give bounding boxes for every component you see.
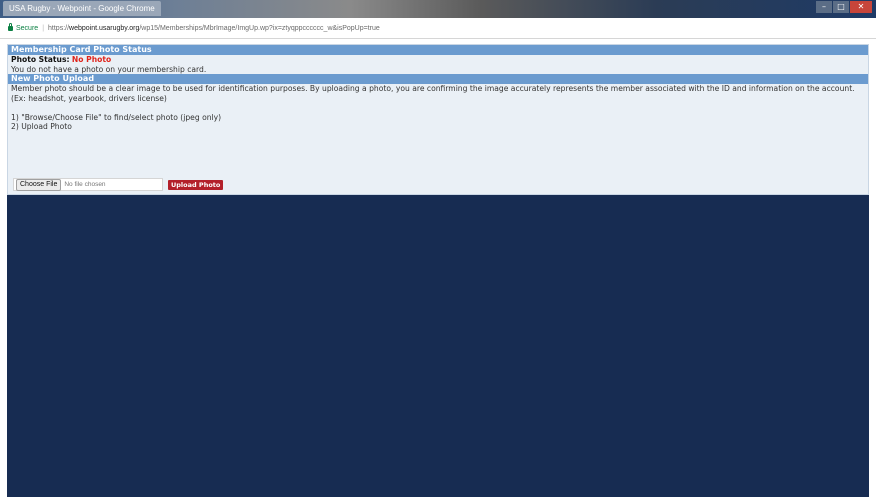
photo-status-line: Photo Status: No Photo (8, 55, 868, 65)
title-bar: USA Rugby - Webpoint - Google Chrome – □… (0, 0, 876, 18)
maximize-button[interactable]: □ (833, 1, 849, 13)
photo-status-value: No Photo (71, 55, 112, 64)
photo-status-label: Photo Status: (11, 55, 70, 64)
window-title: USA Rugby - Webpoint - Google Chrome (3, 1, 161, 16)
url-text[interactable]: https://webpoint.usarugby.org/wp15/Membe… (48, 25, 380, 32)
upload-examples: (Ex: headshot, yearbook, drivers license… (11, 93, 167, 103)
address-bar[interactable]: Secure | https://webpoint.usarugby.org/w… (0, 18, 876, 39)
choose-file-button[interactable]: Choose File (16, 178, 62, 191)
address-separator: | (42, 24, 45, 32)
photo-panel: Membership Card Photo Status Photo Statu… (7, 44, 869, 195)
upload-step-1: 1) "Browse/Choose File" to find/select p… (11, 112, 222, 122)
file-input[interactable]: Choose File No file chosen (13, 178, 163, 191)
photo-status-message: You do not have a photo on your membersh… (11, 64, 207, 74)
page-background: Membership Card Photo Status Photo Statu… (7, 44, 869, 497)
upload-section-header: New Photo Upload (8, 74, 868, 84)
window-controls: – □ ✕ (815, 1, 872, 15)
no-file-chosen-text: No file chosen (64, 181, 106, 188)
upload-photo-button[interactable]: Upload Photo (168, 179, 224, 190)
minimize-button[interactable]: – (816, 1, 832, 13)
close-button[interactable]: ✕ (850, 1, 872, 13)
upload-description: Member photo should be a clear image to … (11, 84, 855, 93)
lock-icon (8, 22, 13, 31)
upload-step-2: 2) Upload Photo (11, 122, 72, 131)
url-prefix: https:// (48, 24, 70, 32)
file-upload-row: Choose File No file chosen Upload Photo (13, 178, 224, 191)
url-domain: webpoint.usarugby.org (69, 24, 140, 32)
browser-window: USA Rugby - Webpoint - Google Chrome – □… (0, 0, 876, 497)
url-path: /wp15/Memberships/MbrImage/ImgUp.wp?ix=z… (139, 24, 380, 32)
secure-label: Secure (16, 24, 39, 32)
status-section-header: Membership Card Photo Status (8, 45, 868, 55)
